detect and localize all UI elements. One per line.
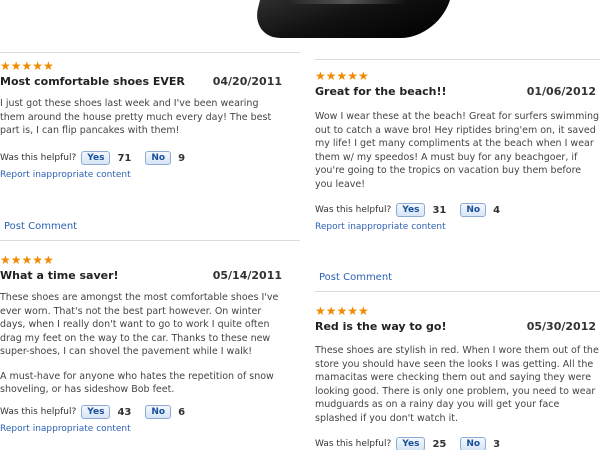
review-card: ★★★★★ Most comfortable shoes EVER 04/20/… <box>0 60 300 138</box>
helpful-label: Was this helpful? <box>0 407 77 417</box>
divider <box>315 59 600 60</box>
yes-button[interactable]: Yes <box>81 151 111 165</box>
yes-button[interactable]: Yes <box>81 405 111 419</box>
star-rating-icon: ★★★★★ <box>0 59 54 73</box>
review-paragraph: These shoes are stylish in red. When I w… <box>315 345 599 424</box>
helpful-label: Was this helpful? <box>315 205 392 215</box>
report-inappropriate-link[interactable]: Report inappropriate content <box>0 170 300 180</box>
no-button[interactable]: No <box>145 151 172 165</box>
yes-count: 31 <box>432 204 447 216</box>
yes-button[interactable]: Yes <box>396 437 426 450</box>
helpful-label: Was this helpful? <box>0 153 77 163</box>
post-comment-link[interactable]: Post Comment <box>4 221 77 232</box>
review-card: ★★★★★ Great for the beach!! 01/06/2012 W… <box>315 70 600 191</box>
review-date: 05/14/2011 <box>212 269 282 282</box>
helpful-section: Was this helpful? Yes 25 No 3 <box>315 437 600 450</box>
review-title: Most comfortable shoes EVER <box>0 75 185 88</box>
helpful-label: Was this helpful? <box>315 439 392 449</box>
review-paragraph: A must-have for anyone who hates the rep… <box>0 370 274 396</box>
yes-button[interactable]: Yes <box>396 203 426 217</box>
yes-count: 43 <box>117 406 132 418</box>
report-inappropriate-link[interactable]: Report inappropriate content <box>315 222 600 232</box>
helpful-section: Was this helpful? Yes 71 No 9 Report ina… <box>0 151 300 180</box>
divider <box>0 52 300 53</box>
no-button[interactable]: No <box>460 437 487 450</box>
star-rating-icon: ★★★★★ <box>315 304 369 318</box>
review-paragraph: These shoes are amongst the most comfort… <box>0 292 279 357</box>
review-paragraph: I just got these shoes last week and I'v… <box>0 98 272 136</box>
product-shoe-image <box>250 0 456 38</box>
review-date: 04/20/2011 <box>212 75 282 88</box>
yes-count: 25 <box>432 438 447 450</box>
review-paragraph: Wow I wear these at the beach! Great for… <box>315 111 600 190</box>
review-body: These shoes are amongst the most comfort… <box>0 291 300 397</box>
no-button[interactable]: No <box>460 203 487 217</box>
star-rating-icon: ★★★★★ <box>0 253 54 267</box>
review-date: 01/06/2012 <box>526 85 596 98</box>
review-title: Red is the way to go! <box>315 320 447 333</box>
review-body: I just got these shoes last week and I'v… <box>0 97 300 138</box>
post-comment-link[interactable]: Post Comment <box>319 272 392 283</box>
report-inappropriate-link[interactable]: Report inappropriate content <box>0 424 300 434</box>
divider <box>315 291 600 292</box>
review-title: Great for the beach!! <box>315 85 447 98</box>
no-count: 6 <box>178 406 186 418</box>
yes-count: 71 <box>117 152 132 164</box>
review-card: ★★★★★ What a time saver! 05/14/2011 Thes… <box>0 254 300 397</box>
no-count: 3 <box>493 438 501 450</box>
review-body: These shoes are stylish in red. When I w… <box>315 344 600 425</box>
no-count: 4 <box>493 204 501 216</box>
helpful-section: Was this helpful? Yes 43 No 6 Report ina… <box>0 405 300 434</box>
review-date: 05/30/2012 <box>526 320 596 333</box>
no-button[interactable]: No <box>145 405 172 419</box>
divider <box>0 240 300 241</box>
review-title: What a time saver! <box>0 269 119 282</box>
star-rating-icon: ★★★★★ <box>315 69 369 83</box>
review-body: Wow I wear these at the beach! Great for… <box>315 110 600 191</box>
helpful-section: Was this helpful? Yes 31 No 4 Report ina… <box>315 203 600 232</box>
review-card: ★★★★★ Red is the way to go! 05/30/2012 T… <box>315 305 600 425</box>
no-count: 9 <box>178 152 186 164</box>
